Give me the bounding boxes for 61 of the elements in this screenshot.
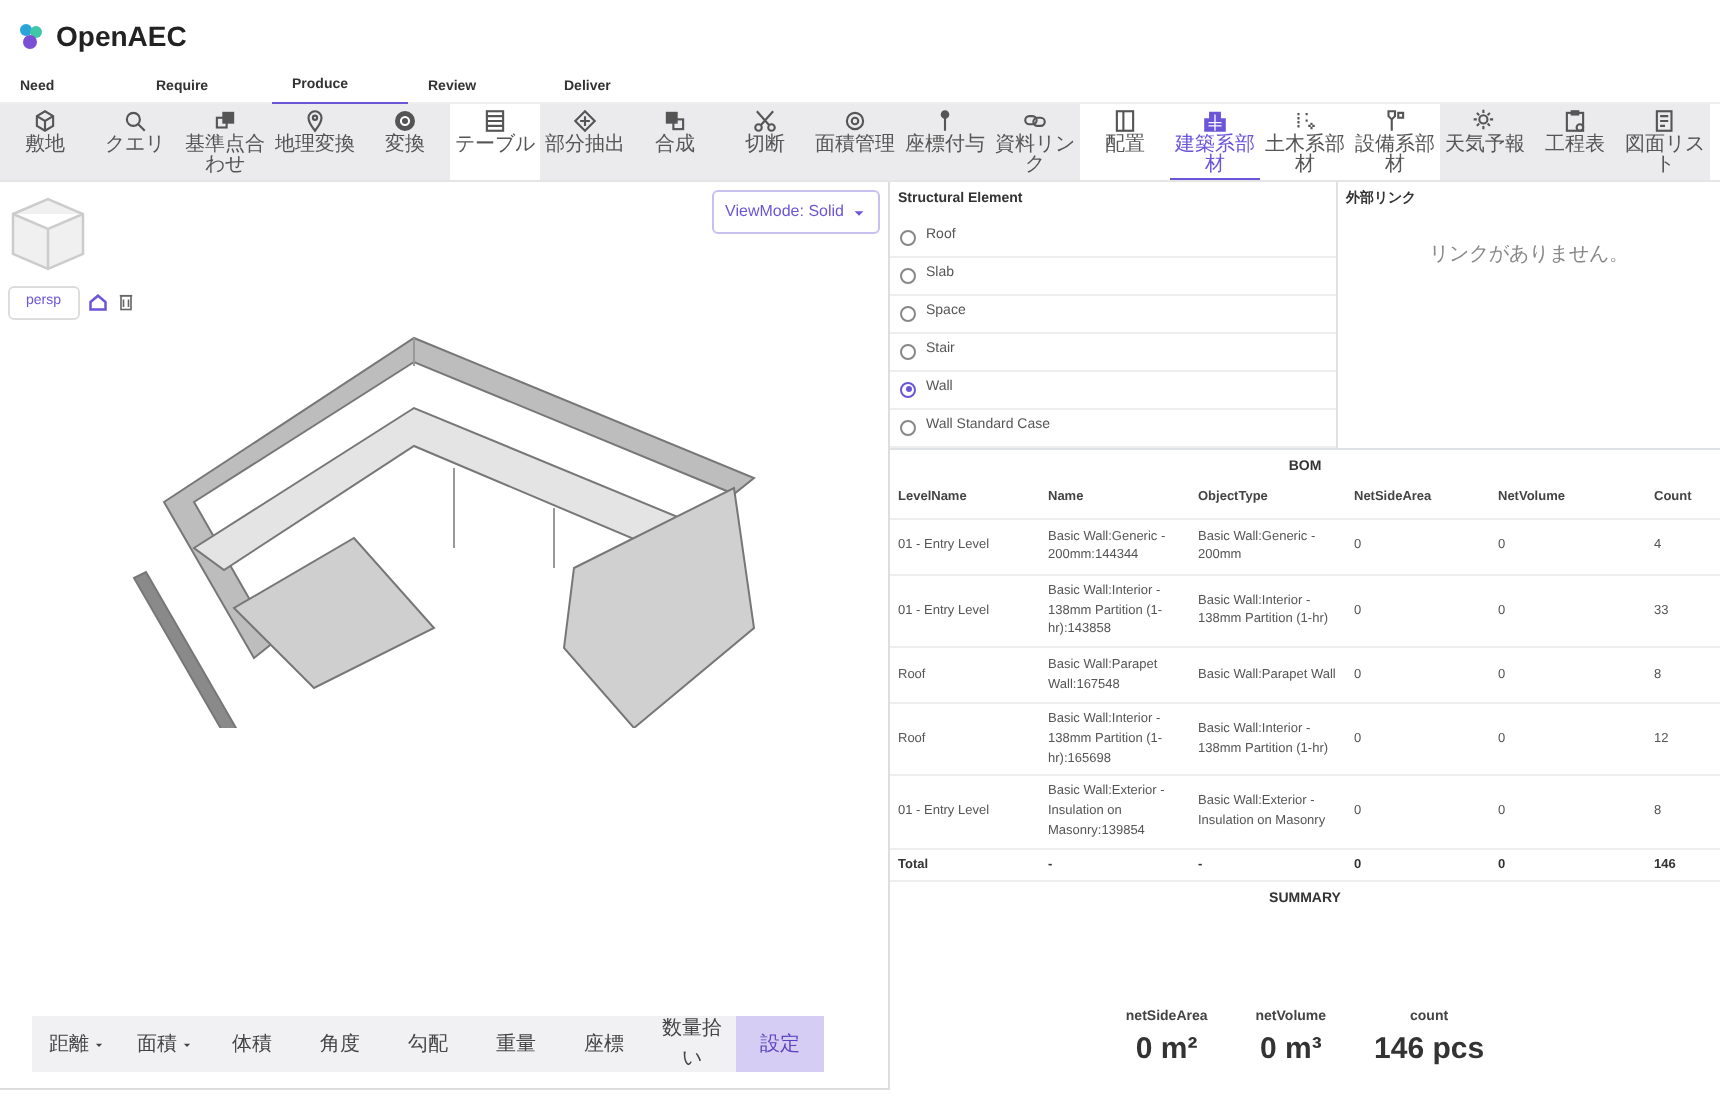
sun-icon <box>1472 108 1498 134</box>
toolbar-button[interactable]: 天気予報 <box>1440 104 1530 180</box>
measure-tool-button[interactable]: 数量拾い <box>648 1016 736 1072</box>
toolbar-button[interactable]: クエリ <box>90 104 180 180</box>
toolbar-button[interactable]: 面積管理 <box>810 104 900 180</box>
toolbar-button[interactable]: 部分抽出 <box>540 104 630 180</box>
toolbar-button[interactable]: 切断 <box>720 104 810 180</box>
toolbar-button[interactable]: 変換 <box>360 104 450 180</box>
toolbar-button[interactable]: 地理変換 <box>270 104 360 180</box>
radio-indicator[interactable] <box>900 381 916 397</box>
metric-value: 0 m³ <box>1257 1030 1324 1071</box>
empty-message: リンクがありません。 <box>1427 241 1631 269</box>
toolbar-button[interactable]: 敷地 <box>0 104 90 180</box>
toolbar-button[interactable]: 座標付与 <box>900 104 990 180</box>
radio-indicator[interactable] <box>900 305 916 321</box>
toolbar-button[interactable]: テーブル <box>450 104 540 180</box>
diamond-icon <box>572 108 598 134</box>
toolbar-button[interactable]: 設備系部材 <box>1350 104 1440 180</box>
toolbar-button[interactable]: 資料リンク <box>990 104 1080 180</box>
view-mode-dropdown[interactable]: ViewMode: Solid <box>711 190 880 234</box>
panel-icon <box>1112 108 1138 134</box>
measure-tool-button[interactable]: 面積 <box>120 1016 208 1072</box>
measure-tool-button[interactable]: 座標 <box>560 1016 648 1072</box>
radio-indicator[interactable] <box>900 229 916 245</box>
toolbar-button[interactable]: 建築系部材 <box>1170 104 1260 180</box>
metric-value: 0 m² <box>1133 1030 1200 1071</box>
location-pin-icon <box>302 108 328 134</box>
radio-indicator[interactable] <box>900 419 916 435</box>
magnifier-icon <box>122 108 148 134</box>
toolbar-button[interactable]: 工程表 <box>1530 104 1620 180</box>
measure-tool-button[interactable]: 角度 <box>296 1016 384 1072</box>
toolbar-button[interactable]: 配置 <box>1080 104 1170 180</box>
app-title: OpenAEC <box>56 17 187 56</box>
toolbar-button[interactable]: 基準点合わせ <box>180 104 270 180</box>
toolbar-button[interactable]: 合成 <box>630 104 720 180</box>
measure-tool-button[interactable]: 距離 <box>32 1016 120 1072</box>
toolbar-button[interactable]: 図面リスト <box>1620 104 1710 180</box>
globe-icon <box>392 108 418 134</box>
scissors-icon <box>752 108 778 134</box>
trash-icon[interactable] <box>115 292 136 313</box>
caret-icon <box>93 1039 103 1049</box>
home-icon[interactable] <box>87 292 108 313</box>
measure-tool-button[interactable]: 重量 <box>472 1016 560 1072</box>
metric-value: 146 pcs <box>1374 1030 1485 1071</box>
measure-tool-button[interactable]: 勾配 <box>384 1016 472 1072</box>
building-icon <box>1202 108 1228 134</box>
radio-indicator[interactable] <box>900 267 916 283</box>
clipboard-icon <box>1562 108 1588 134</box>
dotted-grid-icon <box>1292 108 1318 134</box>
logo-icon <box>16 20 48 52</box>
table-icon <box>482 108 508 134</box>
measure-tool-button[interactable]: 体積 <box>208 1016 296 1072</box>
overlap-squares-icon <box>662 108 688 134</box>
document-icon <box>1652 108 1678 134</box>
caret-icon <box>181 1039 191 1049</box>
measure-tool-button[interactable]: 設定 <box>736 1016 824 1072</box>
cube-icon <box>32 108 58 134</box>
radio-indicator[interactable] <box>900 343 916 359</box>
squares-icon <box>212 108 238 134</box>
toolbar-button[interactable]: 土木系部材 <box>1260 104 1350 180</box>
caret-icon <box>852 205 866 219</box>
